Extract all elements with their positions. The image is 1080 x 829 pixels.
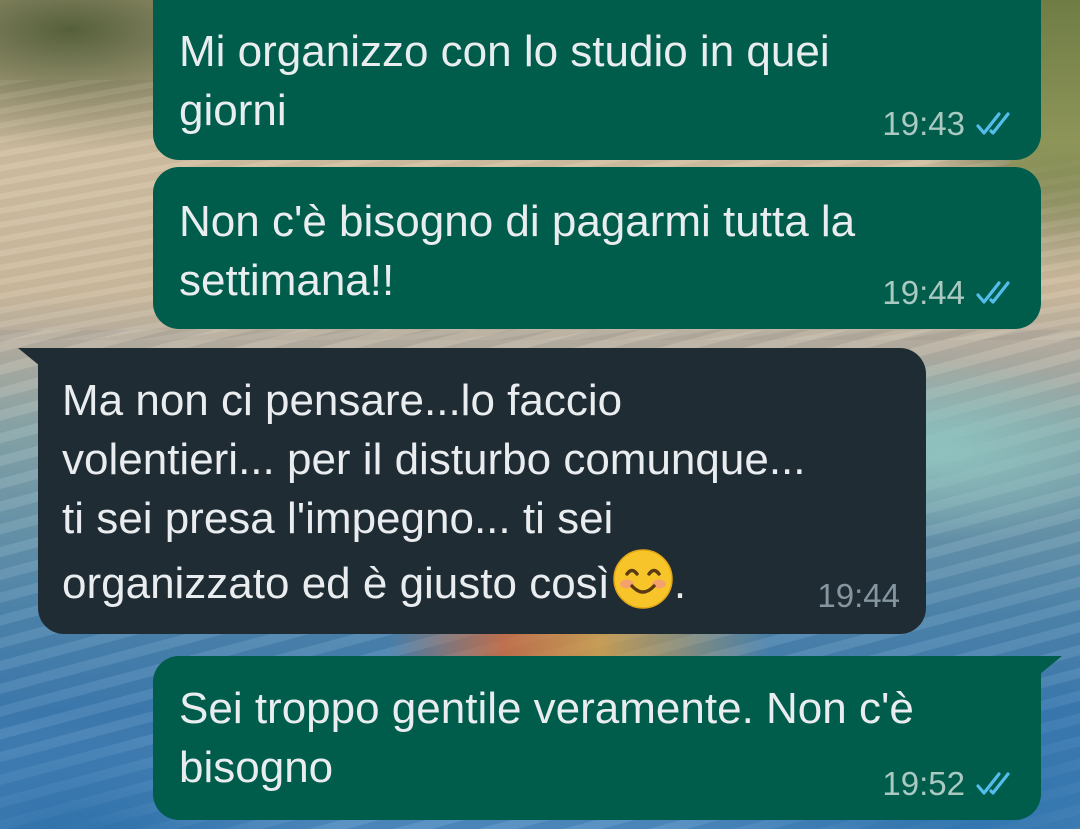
message-time: 19:44 [817, 577, 900, 614]
message-outgoing[interactable]: Mi organizzo con lo studio in quei giorn… [153, 0, 1041, 160]
bubble-tail [1040, 656, 1062, 674]
message-time: 19:44 [882, 274, 965, 311]
message-trailing-text: . [673, 559, 687, 608]
message-meta: 19:44 [817, 578, 900, 614]
message-time: 19:52 [882, 765, 965, 802]
message-incoming[interactable]: Ma non ci pensare...lo faccio volentieri… [38, 348, 926, 634]
double-check-read-icon [976, 281, 1010, 304]
message-meta: 19:44 [882, 275, 1017, 311]
double-check-read-icon [976, 772, 1010, 795]
bubble-tail [18, 348, 40, 366]
message-outgoing[interactable]: Non c'è bisogno di pagarmi tutta la sett… [153, 167, 1041, 329]
message-outgoing[interactable]: Sei troppo gentile veramente. Non c'è bi… [153, 656, 1041, 820]
message-time: 19:43 [882, 105, 965, 142]
message-meta: 19:43 [882, 106, 1017, 142]
message-meta: 19:52 [882, 766, 1017, 802]
message-text: Ma non ci pensare...lo faccio volentieri… [62, 376, 806, 609]
double-check-read-icon [976, 112, 1010, 135]
smiling-face-icon [613, 549, 673, 609]
